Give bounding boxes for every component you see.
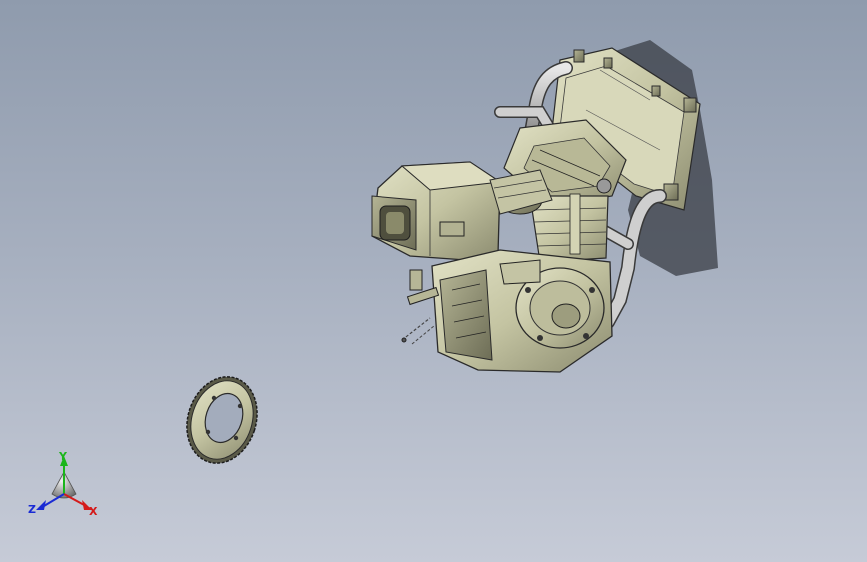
3d-viewport[interactable]: Y X Z <box>0 0 867 562</box>
rear-sprocket <box>186 376 258 464</box>
cylinder-block <box>529 193 609 263</box>
view-triad <box>36 456 92 510</box>
air-filter-box <box>371 161 502 261</box>
model-graphics <box>36 40 718 510</box>
crankcase <box>431 249 613 373</box>
triad-z-label: Z <box>28 503 36 516</box>
triad-y-label: Y <box>59 450 67 463</box>
triad-x-label: X <box>89 505 98 518</box>
